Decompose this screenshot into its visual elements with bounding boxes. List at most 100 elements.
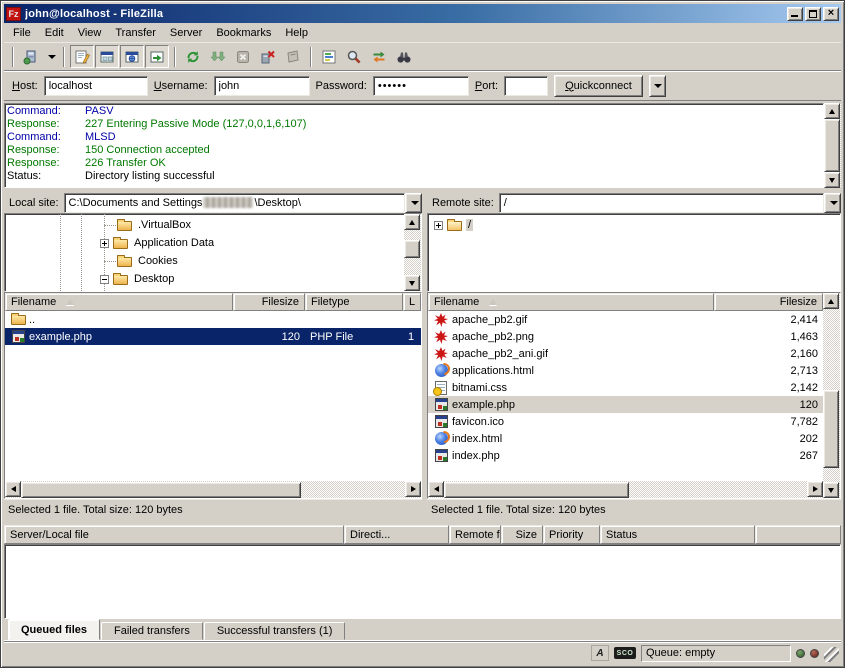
site-manager-dropdown-button[interactable] <box>44 45 58 68</box>
scroll-down-button[interactable] <box>824 172 840 188</box>
message-log[interactable]: Command:PASV Response:227 Entering Passi… <box>4 103 824 188</box>
column-header-size[interactable]: Size <box>501 525 543 544</box>
local-file-row[interactable]: .. <box>5 311 421 328</box>
toggle-transfer-queue-button[interactable] <box>145 45 169 68</box>
column-header-lastmodified[interactable]: L <box>403 293 421 311</box>
scroll-right-button[interactable] <box>405 481 421 497</box>
menu-bookmarks[interactable]: Bookmarks <box>209 24 278 42</box>
column-header-remote-file[interactable]: Remote file <box>449 525 501 544</box>
toggle-local-tree-button[interactable] <box>95 45 119 68</box>
cancel-operation-button[interactable] <box>231 45 255 68</box>
menu-help[interactable]: Help <box>278 24 315 42</box>
scroll-up-button[interactable] <box>404 214 420 230</box>
remote-file-row[interactable]: favicon.ico 7,782 <box>428 413 823 430</box>
column-header-filesize[interactable]: Filesize <box>714 293 823 311</box>
remote-file-row[interactable]: apache_pb2_ani.gif 2,160 <box>428 345 823 362</box>
close-button[interactable]: × <box>823 7 839 21</box>
remote-horizontal-scrollbar[interactable] <box>428 481 823 498</box>
reconnect-button[interactable] <box>281 45 305 68</box>
remote-file-row[interactable]: apache_pb2.png 1,463 <box>428 328 823 345</box>
remote-file-row-selected[interactable]: example.php 120 <box>428 396 823 413</box>
scroll-up-button[interactable] <box>824 103 840 119</box>
menu-view[interactable]: View <box>71 24 109 42</box>
directory-comparison-button[interactable] <box>342 45 366 68</box>
scrollbar-thumb[interactable] <box>21 482 301 498</box>
refresh-button[interactable] <box>181 45 205 68</box>
remote-file-row[interactable]: apache_pb2.gif 2,414 <box>428 311 823 328</box>
synchronized-browsing-button[interactable] <box>367 45 391 68</box>
local-list-rows: .. example.php 120 PHP File 1 <box>5 311 421 481</box>
local-tree-item[interactable]: Cookies <box>5 252 404 270</box>
column-header-server-local-file[interactable]: Server/Local file <box>4 525 344 544</box>
toggle-message-log-button[interactable] <box>70 45 94 68</box>
remote-vertical-scrollbar[interactable] <box>823 293 840 498</box>
remote-site-dropdown-button[interactable] <box>824 193 841 213</box>
local-tree-item[interactable]: .VirtualBox <box>5 216 404 234</box>
menu-transfer[interactable]: Transfer <box>108 24 163 42</box>
host-input[interactable] <box>44 76 148 96</box>
find-files-button[interactable] <box>392 45 416 68</box>
menu-file[interactable]: File <box>6 24 38 42</box>
local-tree-item[interactable]: Desktop <box>5 270 404 288</box>
log-label: Response: <box>7 144 85 157</box>
site-manager-button[interactable] <box>19 45 43 68</box>
remote-file-row[interactable]: index.php 267 <box>428 447 823 464</box>
tab-queued-files[interactable]: Queued files <box>8 619 100 640</box>
local-tree-item[interactable]: Application Data <box>5 234 404 252</box>
username-input[interactable] <box>214 76 310 96</box>
minimize-button[interactable] <box>787 7 803 21</box>
remote-file-row[interactable]: index.html 202 <box>428 430 823 447</box>
column-header-filesize[interactable]: Filesize <box>233 293 305 311</box>
queue-list[interactable] <box>4 544 841 619</box>
remote-file-row[interactable]: applications.html 2,713 <box>428 362 823 379</box>
maximize-button[interactable] <box>805 7 821 21</box>
remote-file-row[interactable]: bitnami.css 2,142 <box>428 379 823 396</box>
expand-plus-icon[interactable] <box>100 239 109 248</box>
process-queue-button[interactable] <box>206 45 230 68</box>
scroll-right-button[interactable] <box>807 481 823 497</box>
php-file-icon <box>433 397 449 413</box>
column-header-direction[interactable]: Directi... <box>344 525 449 544</box>
scroll-down-button[interactable] <box>823 482 839 498</box>
quickconnect-dropdown-button[interactable] <box>649 75 666 97</box>
local-file-row-selected[interactable]: example.php 120 PHP File 1 <box>5 328 421 345</box>
menu-server[interactable]: Server <box>163 24 209 42</box>
local-site-combo[interactable]: C:\Documents and Settings\Desktop\ <box>64 193 422 213</box>
column-header-priority[interactable]: Priority <box>543 525 600 544</box>
expand-plus-icon[interactable] <box>434 221 443 230</box>
scroll-up-button[interactable] <box>823 293 839 309</box>
transfer-type-icon[interactable]: A <box>591 645 609 661</box>
cancel-icon <box>235 49 251 65</box>
scroll-left-button[interactable] <box>428 481 444 497</box>
log-vertical-scrollbar[interactable] <box>824 103 841 188</box>
column-header-filetype[interactable]: Filetype <box>305 293 403 311</box>
refresh-icon <box>185 49 201 65</box>
indicator-badge-icon[interactable]: SCO <box>614 647 636 659</box>
remote-site-combo[interactable]: / <box>499 193 841 213</box>
log-text: 150 Connection accepted <box>85 144 210 157</box>
password-input[interactable] <box>373 76 469 96</box>
quickconnect-button[interactable]: Quickconnect <box>554 75 643 97</box>
column-header-status[interactable]: Status <box>600 525 755 544</box>
scrollbar-thumb[interactable] <box>404 240 420 258</box>
directory-filters-button[interactable] <box>317 45 341 68</box>
resize-grip[interactable] <box>824 647 839 662</box>
toggle-remote-tree-button[interactable] <box>120 45 144 68</box>
scrollbar-thumb[interactable] <box>824 119 840 172</box>
remote-tree-item[interactable]: / <box>428 216 840 234</box>
port-input[interactable] <box>504 76 548 96</box>
local-tree-vertical-scrollbar[interactable] <box>404 214 421 291</box>
local-site-dropdown-button[interactable] <box>405 193 422 213</box>
local-horizontal-scrollbar[interactable] <box>5 481 421 498</box>
column-header-filename[interactable]: Filename <box>428 293 714 311</box>
scroll-left-button[interactable] <box>5 481 21 497</box>
scrollbar-thumb[interactable] <box>444 482 629 498</box>
disconnect-button[interactable] <box>256 45 280 68</box>
column-header-filename[interactable]: Filename <box>5 293 233 311</box>
scrollbar-thumb[interactable] <box>823 390 839 468</box>
scroll-down-button[interactable] <box>404 275 420 291</box>
collapse-minus-icon[interactable] <box>100 275 109 284</box>
tab-successful-transfers[interactable]: Successful transfers (1) <box>204 622 346 640</box>
menu-edit[interactable]: Edit <box>38 24 71 42</box>
tab-failed-transfers[interactable]: Failed transfers <box>101 622 203 640</box>
